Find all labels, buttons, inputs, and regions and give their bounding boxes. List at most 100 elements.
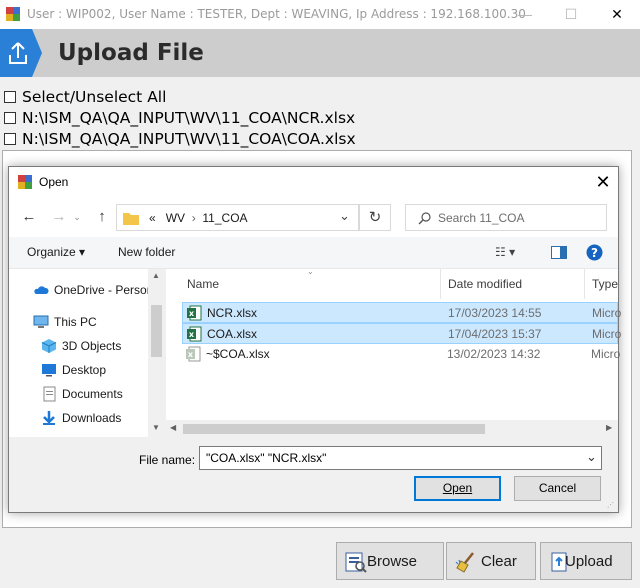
navigation-pane: OneDrive - Person This PC 3D Objects Des… bbox=[9, 269, 165, 437]
svg-text:x: x bbox=[189, 309, 195, 318]
address-dropdown[interactable]: ⌄ bbox=[339, 208, 350, 224]
file-name-dropdown[interactable]: ⌄ bbox=[586, 449, 597, 465]
file-date: 17/03/2023 14:55 bbox=[448, 306, 542, 320]
preview-pane-icon[interactable] bbox=[551, 246, 567, 259]
hscrollbar-thumb[interactable] bbox=[183, 424, 485, 434]
file-date: 17/04/2023 15:37 bbox=[448, 327, 542, 341]
search-box[interactable] bbox=[405, 204, 607, 231]
browse-button[interactable]: Browse bbox=[336, 542, 444, 580]
breadcrumb-11-coa[interactable]: 11_COA bbox=[202, 211, 247, 225]
window-title: User : WIP002, User Name : TESTER, Dept … bbox=[27, 7, 526, 21]
nav-item-label: 3D Objects bbox=[62, 339, 122, 353]
view-options-button[interactable]: ☷ ▾ bbox=[495, 245, 515, 259]
recent-locations-dropdown[interactable]: ⌄ bbox=[72, 207, 82, 227]
svg-text:x: x bbox=[189, 330, 195, 339]
folder-icon bbox=[123, 213, 139, 225]
browse-label: Browse bbox=[367, 553, 418, 570]
cancel-button[interactable]: Cancel bbox=[514, 476, 601, 501]
scroll-down-arrow[interactable]: ▼ bbox=[152, 423, 160, 432]
file-row-coa[interactable]: x COA.xlsx 17/04/2023 15:37 Micro bbox=[182, 323, 622, 344]
file-list: ⌄ Name Date modified Type x NCR.xlsx 17/… bbox=[166, 267, 622, 437]
column-separator[interactable] bbox=[440, 269, 441, 299]
open-button-label: Open bbox=[442, 481, 473, 495]
scroll-right-arrow[interactable]: ▶ bbox=[606, 423, 612, 432]
dialog-close-button[interactable]: ✕ bbox=[589, 169, 617, 195]
search-input[interactable] bbox=[436, 210, 596, 226]
dialog-app-icon bbox=[18, 175, 32, 189]
close-button[interactable]: ✕ bbox=[594, 0, 640, 29]
documents-icon bbox=[43, 386, 56, 402]
address-breadcrumb: « WV › 11_COA bbox=[149, 211, 248, 225]
file-name-label: File name: bbox=[139, 453, 196, 467]
nav-item-label: Downloads bbox=[62, 411, 122, 425]
file-name: NCR.xlsx bbox=[207, 306, 257, 320]
computer-icon bbox=[33, 315, 49, 328]
file-checkbox-label: N:\ISM_QA\QA_INPUT\WV\11_COA\NCR.xlsx bbox=[22, 109, 356, 127]
file-name-combo[interactable]: ⌄ bbox=[199, 446, 602, 470]
page-title: Upload File bbox=[58, 40, 204, 66]
dialog-nav-row: ← → ⌄ ↑ « WV › 11_COA ⌄ ↻ bbox=[9, 197, 618, 237]
maximize-button[interactable]: ☐ bbox=[548, 0, 594, 29]
file-type: Micro bbox=[592, 327, 622, 341]
app-icon bbox=[6, 7, 20, 21]
checkbox-box[interactable] bbox=[4, 91, 16, 103]
organize-menu[interactable]: Organize ▾ bbox=[27, 245, 85, 259]
refresh-button[interactable]: ↻ bbox=[359, 204, 391, 231]
svg-text:x: x bbox=[188, 350, 194, 359]
file-name: ~$COA.xlsx bbox=[206, 347, 270, 361]
up-button[interactable]: ↑ bbox=[92, 207, 112, 227]
browse-icon bbox=[345, 552, 367, 573]
excel-temp-file-icon: x bbox=[186, 346, 201, 362]
scroll-up-arrow[interactable]: ▲ bbox=[152, 271, 160, 280]
dialog-title: Open bbox=[39, 175, 69, 189]
new-folder-button[interactable]: New folder bbox=[118, 245, 175, 259]
file-row-ncr[interactable]: x NCR.xlsx 17/03/2023 14:55 Micro bbox=[182, 302, 622, 323]
breadcrumb-wv[interactable]: WV bbox=[166, 211, 185, 225]
address-prefix: « bbox=[149, 211, 156, 225]
clear-button[interactable]: Clear bbox=[446, 542, 536, 580]
file-list-hscrollbar[interactable]: ◀ ▶ bbox=[166, 420, 618, 437]
nav-item-label: Desktop bbox=[62, 363, 107, 377]
file-type: Micro bbox=[592, 306, 622, 320]
nav-item-label: This PC bbox=[54, 315, 97, 329]
navpane-scrollbar[interactable]: ▲ ▼ bbox=[148, 269, 165, 437]
back-button[interactable]: ← bbox=[19, 207, 39, 227]
excel-file-icon: x bbox=[187, 326, 202, 342]
sort-indicator-icon: ⌄ bbox=[307, 267, 314, 276]
open-button[interactable]: Open bbox=[414, 476, 501, 501]
column-separator[interactable] bbox=[584, 269, 585, 299]
upload-button[interactable]: Upload bbox=[540, 542, 632, 580]
file-type: Micro bbox=[591, 347, 621, 361]
help-icon[interactable]: ? bbox=[586, 244, 603, 261]
checkbox-box[interactable] bbox=[4, 112, 16, 124]
file-date: 13/02/2023 14:32 bbox=[447, 347, 541, 361]
breadcrumb-separator: › bbox=[191, 211, 196, 225]
minimize-button[interactable]: — bbox=[502, 0, 548, 29]
search-icon bbox=[418, 212, 431, 225]
upload-banner: Upload File bbox=[0, 29, 640, 77]
checkbox-box[interactable] bbox=[4, 133, 16, 145]
desktop-icon bbox=[42, 364, 56, 377]
scroll-left-arrow[interactable]: ◀ bbox=[170, 423, 176, 432]
file-name-input[interactable] bbox=[204, 450, 574, 466]
address-bar[interactable]: « WV › 11_COA ⌄ bbox=[116, 204, 359, 231]
dialog-toolbar: Organize ▾ New folder ☷ ▾ ? bbox=[9, 237, 618, 269]
nav-item-label: OneDrive - Person bbox=[54, 283, 154, 297]
broom-icon bbox=[455, 552, 474, 573]
nav-item-label: Documents bbox=[62, 387, 123, 401]
file-checkbox-coa[interactable]: N:\ISM_QA\QA_INPUT\WV\11_COA\COA.xlsx bbox=[4, 130, 356, 148]
file-row-temp-coa[interactable]: x ~$COA.xlsx 13/02/2023 14:32 Micro bbox=[182, 344, 621, 365]
select-all-checkbox[interactable]: Select/Unselect All bbox=[4, 88, 166, 106]
excel-file-icon: x bbox=[187, 305, 202, 321]
upload-label: Upload bbox=[565, 553, 613, 570]
resize-grip[interactable]: ⋰ bbox=[607, 502, 614, 509]
cloud-icon bbox=[34, 286, 49, 294]
file-name: COA.xlsx bbox=[207, 327, 258, 341]
scrollbar-thumb[interactable] bbox=[151, 305, 162, 357]
cube-icon bbox=[41, 339, 57, 353]
forward-button[interactable]: → bbox=[49, 207, 69, 227]
main-titlebar: User : WIP002, User Name : TESTER, Dept … bbox=[0, 0, 640, 29]
file-checkbox-ncr[interactable]: N:\ISM_QA\QA_INPUT\WV\11_COA\NCR.xlsx bbox=[4, 109, 355, 127]
downloads-icon bbox=[43, 411, 55, 425]
open-dialog: Open ✕ ← → ⌄ ↑ « WV › 11_COA ⌄ ↻ Search … bbox=[8, 166, 622, 513]
